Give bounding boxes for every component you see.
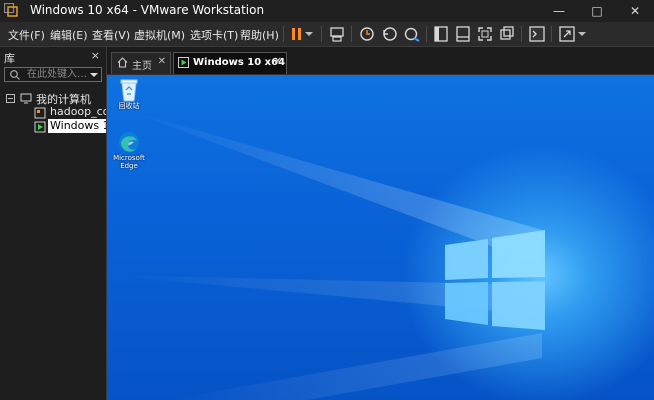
vmware-logo-icon: [4, 3, 18, 17]
search-icon: [10, 70, 20, 80]
minimize-button[interactable]: —: [540, 0, 578, 22]
desktop-icon-recycle-bin[interactable]: 回收站: [109, 78, 149, 110]
running-vm-icon: [178, 57, 189, 68]
library-panel: 库 × 我的计算机 hadoop_cop: [0, 47, 107, 400]
toolbar-separator: [321, 26, 322, 42]
snapshot-manager-icon[interactable]: [402, 24, 422, 44]
desktop-icon-edge[interactable]: Microsoft Edge: [109, 130, 149, 170]
stretch-dropdown-icon[interactable]: [576, 24, 588, 44]
guest-desktop[interactable]: 回收站 Microsoft Edge: [107, 75, 654, 400]
close-tab-icon[interactable]: ✕: [158, 56, 166, 67]
menu-file[interactable]: 文件(F): [8, 27, 45, 43]
library-header: 库 ×: [0, 47, 106, 67]
toolbar-separator: [521, 26, 522, 42]
toolbar-separator: [426, 26, 427, 42]
menu-tabs[interactable]: 选项卡(T): [190, 27, 238, 43]
library-search[interactable]: [4, 67, 102, 82]
home-icon: [117, 57, 128, 68]
show-library-icon[interactable]: [431, 24, 451, 44]
windows-wallpaper: [107, 110, 545, 400]
collapse-icon[interactable]: [6, 94, 15, 103]
vm-icon: [34, 107, 46, 119]
tab-home[interactable]: 主页 ✕: [111, 52, 171, 74]
computer-icon: [20, 93, 32, 104]
running-vm-icon: [34, 121, 46, 133]
recycle-bin-icon: [120, 79, 138, 102]
window-title: Windows 10 x64 - VMware Workstation: [30, 3, 265, 17]
search-input[interactable]: [27, 68, 89, 81]
tab-strip: 主页 ✕ Windows 10 x64 ✕: [107, 47, 654, 75]
desktop-icon-label: 回收站: [118, 102, 140, 110]
tab-windows10-label: Windows 10 x64: [193, 57, 286, 68]
search-dropdown-icon[interactable]: [90, 71, 98, 79]
menu-view[interactable]: 查看(V): [92, 27, 130, 43]
tree-item-label: hadoop_cop: [50, 105, 106, 118]
revert-snapshot-icon[interactable]: [380, 24, 400, 44]
menu-bar: 文件(F) 编辑(E) 查看(V) 虚拟机(M) 选项卡(T) 帮助(H): [0, 22, 654, 47]
title-bar: Windows 10 x64 - VMware Workstation — □ …: [0, 0, 654, 22]
close-tab-icon[interactable]: ✕: [274, 56, 282, 67]
library-close-button[interactable]: ×: [91, 49, 100, 62]
tab-windows10[interactable]: Windows 10 x64 ✕: [173, 52, 287, 74]
power-dropdown-icon[interactable]: [303, 24, 315, 44]
maximize-button[interactable]: □: [578, 0, 616, 22]
toolbar-separator: [283, 26, 284, 42]
close-button[interactable]: ✕: [616, 0, 654, 22]
edge-icon: [119, 132, 139, 152]
full-screen-icon[interactable]: [475, 24, 495, 44]
thumbnail-bar-icon[interactable]: [453, 24, 473, 44]
tree-item-my-computer[interactable]: 我的计算机: [4, 91, 104, 106]
tree-item-windows10[interactable]: Windows 10: [34, 119, 106, 134]
desktop-icon-label: Microsoft Edge: [113, 154, 145, 170]
send-ctrl-alt-del-icon[interactable]: [327, 24, 347, 44]
console-view-icon[interactable]: [527, 24, 547, 44]
tab-home-label: 主页: [132, 61, 152, 72]
library-title: 库: [4, 52, 15, 65]
menu-vm[interactable]: 虚拟机(M): [134, 27, 185, 43]
snapshot-icon[interactable]: [357, 24, 377, 44]
stretch-guest-icon[interactable]: [557, 24, 577, 44]
toolbar-separator: [351, 26, 352, 42]
menu-help[interactable]: 帮助(H): [240, 27, 279, 43]
unity-icon[interactable]: [497, 24, 517, 44]
tree-item-hadoop[interactable]: hadoop_cop: [34, 105, 106, 120]
menu-edit[interactable]: 编辑(E): [50, 27, 88, 43]
vm-content-area: 主页 ✕ Windows 10 x64 ✕ 回收站 Microsoft Edge: [107, 47, 654, 400]
toolbar-separator: [551, 26, 552, 42]
tree-item-label: Windows 10: [48, 119, 106, 133]
